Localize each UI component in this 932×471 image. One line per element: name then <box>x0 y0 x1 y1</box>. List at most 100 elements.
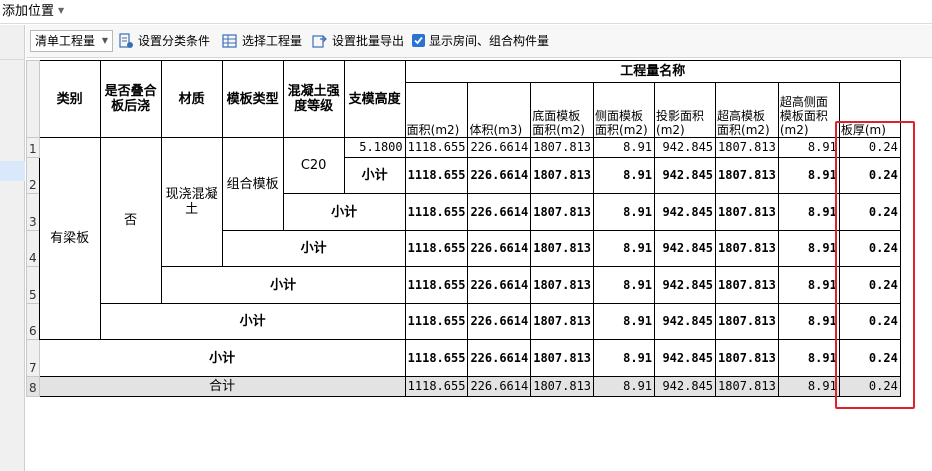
cell-high-side[interactable]: 8.91 <box>777 230 840 267</box>
col-header-height[interactable]: 支模高度 <box>343 60 406 138</box>
row-number[interactable]: 7 <box>26 339 40 377</box>
cell-thickness[interactable]: 0.24 <box>838 193 901 231</box>
cell-side[interactable]: 8.91 <box>593 339 656 377</box>
cell-high-side[interactable]: 8.91 <box>777 137 840 158</box>
cell-area[interactable]: 1118.655 <box>404 193 469 231</box>
col-header-side[interactable]: 侧面模板面积(m2) <box>593 82 656 138</box>
cell-high-side[interactable]: 8.91 <box>777 376 840 397</box>
cell-volume[interactable]: 226.6614 <box>467 266 532 304</box>
col-header-category[interactable]: 类别 <box>38 60 101 138</box>
row-number[interactable]: 2 <box>26 157 40 194</box>
cell-projection[interactable]: 942.845 <box>654 266 717 304</box>
cell-formwork[interactable]: 组合模板 <box>221 137 284 231</box>
col-header-concrete[interactable]: 混凝土强度等级 <box>282 60 345 138</box>
cell-area[interactable]: 1118.655 <box>404 266 469 304</box>
cell-high-side[interactable]: 8.91 <box>777 339 840 377</box>
cell-bottom[interactable]: 1807.813 <box>530 266 595 304</box>
row-number[interactable]: 6 <box>26 303 40 340</box>
cell-high[interactable]: 1807.813 <box>715 266 779 304</box>
cell-concrete[interactable]: C20 <box>282 137 345 194</box>
cell-high[interactable]: 1807.813 <box>715 303 779 340</box>
cell-thickness[interactable]: 0.24 <box>838 266 901 304</box>
cell-area[interactable]: 1118.655 <box>404 339 469 377</box>
row-number[interactable]: 8 <box>26 376 40 397</box>
select-quantity-button[interactable]: 选择工程量 <box>222 30 302 52</box>
cell-side[interactable]: 8.91 <box>593 137 656 158</box>
cell-volume[interactable]: 226.6614 <box>467 376 532 397</box>
cell-category[interactable]: 有梁板 <box>38 137 101 340</box>
cell-volume[interactable]: 226.6614 <box>467 303 532 340</box>
row-number[interactable]: 5 <box>26 266 40 304</box>
cell-high-side[interactable]: 8.91 <box>777 157 840 194</box>
chevron-down-icon[interactable]: ▼ <box>58 6 64 15</box>
row-number[interactable]: 4 <box>26 230 40 267</box>
cell-area[interactable]: 1118.655 <box>404 230 469 267</box>
cell-projection[interactable]: 942.845 <box>654 230 717 267</box>
cell-high-side[interactable]: 8.91 <box>777 193 840 231</box>
cell-composite[interactable]: 否 <box>99 137 162 304</box>
cell-volume[interactable]: 226.6614 <box>467 230 532 267</box>
cell-side[interactable]: 8.91 <box>593 230 656 267</box>
cell-bottom[interactable]: 1807.813 <box>530 137 595 158</box>
col-header-projection[interactable]: 投影面积(m2) <box>654 82 717 138</box>
cell-bottom[interactable]: 1807.813 <box>530 303 595 340</box>
cell-thickness[interactable]: 0.24 <box>838 137 901 158</box>
cell-area[interactable]: 1118.655 <box>404 376 469 397</box>
cell-high[interactable]: 1807.813 <box>715 339 779 377</box>
cell-side[interactable]: 8.91 <box>593 266 656 304</box>
cell-thickness[interactable]: 0.24 <box>838 376 901 397</box>
show-rooms-checkbox[interactable] <box>412 34 425 47</box>
cell-bottom[interactable]: 1807.813 <box>530 339 595 377</box>
cell-bottom[interactable]: 1807.813 <box>530 193 595 231</box>
cell-area[interactable]: 1118.655 <box>404 303 469 340</box>
cell-high-side[interactable]: 8.91 <box>777 266 840 304</box>
cell-volume[interactable]: 226.6614 <box>467 137 532 158</box>
quantity-type-dropdown[interactable]: 清单工程量 ▼ <box>30 30 113 52</box>
subtotal-label[interactable]: 小计 <box>221 230 406 267</box>
cell-projection[interactable]: 942.845 <box>654 303 717 340</box>
cell-high[interactable]: 1807.813 <box>715 193 779 231</box>
cell-high[interactable]: 1807.813 <box>715 157 779 194</box>
subtotal-label[interactable]: 小计 <box>343 157 406 194</box>
cell-high[interactable]: 1807.813 <box>715 376 779 397</box>
set-classification-button[interactable]: 设置分类条件 <box>118 30 210 52</box>
cell-side[interactable]: 8.91 <box>593 376 656 397</box>
show-rooms-label[interactable]: 显示房间、组合构件量 <box>429 30 549 52</box>
cell-volume[interactable]: 226.6614 <box>467 193 532 231</box>
cell-bottom[interactable]: 1807.813 <box>530 376 595 397</box>
add-location-menu[interactable]: 添加位置 <box>2 4 54 19</box>
left-pane-selected-row[interactable] <box>0 161 25 181</box>
cell-area[interactable]: 1118.655 <box>404 157 469 194</box>
col-header-high-side[interactable]: 超高侧面模板面积(m2) <box>777 82 840 138</box>
subtotal-label[interactable]: 小计 <box>38 339 406 377</box>
cell-projection[interactable]: 942.845 <box>654 137 717 158</box>
row-number[interactable]: 3 <box>26 193 40 231</box>
col-header-area[interactable]: 面积(m2) <box>404 82 469 138</box>
cell-side[interactable]: 8.91 <box>593 303 656 340</box>
cell-thickness[interactable]: 0.24 <box>838 230 901 267</box>
cell-projection[interactable]: 942.845 <box>654 157 717 194</box>
cell-material[interactable]: 现浇混凝土 <box>160 137 223 267</box>
col-header-material[interactable]: 材质 <box>160 60 223 138</box>
total-label[interactable]: 合计 <box>38 376 406 397</box>
cell-projection[interactable]: 942.845 <box>654 376 717 397</box>
col-header-composite[interactable]: 是否叠合板后浇 <box>99 60 162 138</box>
cell-volume[interactable]: 226.6614 <box>467 339 532 377</box>
row-number[interactable]: 1 <box>26 137 40 158</box>
cell-side[interactable]: 8.91 <box>593 157 656 194</box>
cell-thickness[interactable]: 0.24 <box>838 157 901 194</box>
subtotal-label[interactable]: 小计 <box>282 193 406 231</box>
cell-volume[interactable]: 226.6614 <box>467 157 532 194</box>
cell-thickness[interactable]: 0.24 <box>838 339 901 377</box>
col-header-bottom[interactable]: 底面模板面积(m2) <box>530 82 595 138</box>
cell-projection[interactable]: 942.845 <box>654 339 717 377</box>
col-header-formwork[interactable]: 模板类型 <box>221 60 284 138</box>
cell-height[interactable]: 5.1800 <box>343 137 406 158</box>
col-header-quantity-group[interactable]: 工程量名称 <box>404 60 901 83</box>
cell-bottom[interactable]: 1807.813 <box>530 230 595 267</box>
subtotal-label[interactable]: 小计 <box>160 266 406 304</box>
col-header-high[interactable]: 超高模板面积(m2) <box>715 82 779 138</box>
batch-export-button[interactable]: 设置批量导出 <box>312 30 404 52</box>
col-header-thickness[interactable]: 板厚(m) <box>838 82 901 138</box>
cell-side[interactable]: 8.91 <box>593 193 656 231</box>
